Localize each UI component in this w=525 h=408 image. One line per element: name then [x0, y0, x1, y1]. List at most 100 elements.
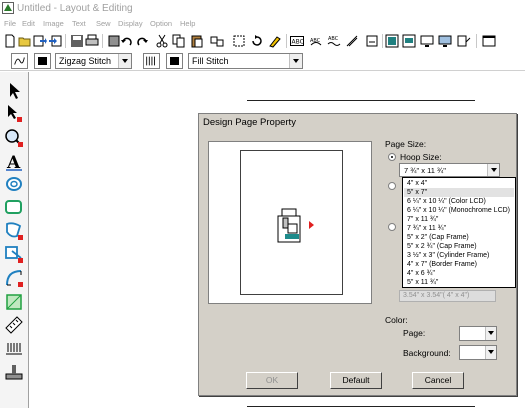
- select-all-icon[interactable]: [232, 34, 246, 48]
- hoop-size-dropdown-list[interactable]: 4" x 4" 5" x 7" 6 ¼" x 10 ¼" (Color LCD)…: [402, 177, 516, 288]
- hoop-size-radio[interactable]: [388, 153, 396, 161]
- text-abc-icon[interactable]: ABC: [290, 34, 304, 48]
- text-arc-icon[interactable]: ABC: [309, 34, 323, 48]
- region-stitch-value: Fill Stitch: [192, 56, 229, 66]
- display-icon[interactable]: [420, 34, 434, 48]
- chevron-down-icon[interactable]: [118, 54, 131, 68]
- hoop-option[interactable]: 7 ¾" x 11 ¾": [404, 224, 514, 233]
- svg-text:A: A: [6, 153, 21, 172]
- dialog-title: Design Page Property: [203, 117, 296, 128]
- title-bar: Untitled - Layout & Editing: [0, 0, 525, 17]
- paste-icon[interactable]: [190, 34, 204, 48]
- point-edit-icon[interactable]: [3, 103, 25, 124]
- background-color-select[interactable]: [459, 345, 497, 360]
- select-arrow-icon[interactable]: [3, 80, 25, 101]
- text-wave-icon[interactable]: ABC: [327, 34, 341, 48]
- app-icon: [2, 2, 14, 14]
- property-icon[interactable]: [457, 34, 471, 48]
- line-sew-icon[interactable]: [11, 53, 28, 69]
- region-stitch-select[interactable]: Fill Stitch: [188, 53, 303, 69]
- hoop-option[interactable]: 4" x 7" (Border Frame): [404, 260, 514, 269]
- undo-icon[interactable]: [120, 34, 134, 48]
- menu-file[interactable]: File: [4, 19, 16, 28]
- region-sew-icon[interactable]: [143, 53, 160, 69]
- text-tool-icon[interactable]: A: [3, 151, 25, 172]
- sewing-attribute-icon[interactable]: [3, 338, 25, 359]
- page-color-select[interactable]: [459, 326, 497, 341]
- line-stitch-select[interactable]: Zigzag Stitch: [55, 53, 132, 69]
- toolbar-separator: [102, 34, 103, 48]
- hoop-option[interactable]: 6 ¼" x 10 ¼" (Monochrome LCD): [404, 206, 514, 215]
- redo-icon[interactable]: [135, 34, 149, 48]
- image-tool-icon[interactable]: [268, 34, 282, 48]
- background-color-label: Background:: [403, 348, 451, 358]
- curve-tool-icon[interactable]: [3, 267, 25, 288]
- hoop-option[interactable]: 6 ¼" x 10 ¼" (Color LCD): [404, 197, 514, 206]
- chevron-down-icon[interactable]: [485, 327, 496, 340]
- hoop-option-radio[interactable]: [388, 182, 396, 190]
- page-color-label: Page:: [403, 328, 426, 338]
- default-button[interactable]: Default: [330, 372, 382, 389]
- circle-tool-icon[interactable]: [3, 174, 25, 195]
- import-icon[interactable]: [33, 34, 47, 48]
- cancel-button[interactable]: Cancel: [412, 372, 464, 389]
- monitor-icon[interactable]: [438, 34, 452, 48]
- measure-tool-icon[interactable]: [3, 314, 25, 335]
- outline-tool-icon[interactable]: [3, 220, 25, 241]
- mode-tool-icon[interactable]: [365, 34, 379, 48]
- print-icon[interactable]: [85, 34, 99, 48]
- menu-help[interactable]: Help: [180, 19, 195, 28]
- export-icon[interactable]: [48, 34, 62, 48]
- window-title: Untitled - Layout & Editing: [17, 3, 133, 14]
- stitch-tool-icon[interactable]: [345, 34, 359, 48]
- toolbar-separator: [476, 34, 477, 48]
- shape-tool-icon[interactable]: [3, 291, 25, 312]
- page-bottom-edge: [247, 406, 475, 407]
- copy-icon[interactable]: [172, 34, 186, 48]
- layout-grid-icon[interactable]: [385, 34, 399, 48]
- line-color-button[interactable]: [34, 53, 51, 69]
- ok-button[interactable]: OK: [246, 372, 298, 389]
- svg-text:ABC: ABC: [292, 39, 304, 46]
- menu-image[interactable]: Image: [43, 19, 64, 28]
- hoop-preview-icon: [277, 208, 314, 243]
- menu-option[interactable]: Option: [150, 19, 172, 28]
- open-folder-icon[interactable]: [18, 34, 32, 48]
- hoop-option[interactable]: 7" x 11 ¾": [404, 215, 514, 224]
- write-card-icon[interactable]: [107, 34, 121, 48]
- stamp-tool-icon[interactable]: [3, 243, 25, 264]
- hoop-option[interactable]: 3 ½" x 3" (Cylinder Frame): [404, 251, 514, 260]
- chevron-down-icon[interactable]: [485, 346, 496, 359]
- cut-icon[interactable]: [155, 34, 169, 48]
- hoop-option[interactable]: 5" x 2 ¾" (Cap Frame): [404, 242, 514, 251]
- page-preview: [208, 141, 372, 304]
- new-file-icon[interactable]: [3, 34, 17, 48]
- chevron-down-icon[interactable]: [289, 54, 302, 68]
- save-icon[interactable]: [70, 34, 84, 48]
- hoop-option[interactable]: 5" x 2" (Cap Frame): [404, 233, 514, 242]
- rectangle-tool-icon[interactable]: [3, 197, 25, 218]
- region-color-button[interactable]: [166, 53, 183, 69]
- design-page-icon[interactable]: [402, 34, 416, 48]
- stamp-sew-icon[interactable]: [3, 361, 25, 382]
- line-stitch-value: Zigzag Stitch: [59, 56, 112, 66]
- menu-edit[interactable]: Edit: [22, 19, 35, 28]
- toolbar-separator: [65, 34, 66, 48]
- menu-display[interactable]: Display: [118, 19, 143, 28]
- window-icon[interactable]: [482, 34, 496, 48]
- hoop-option[interactable]: 5" x 11 ¾": [404, 278, 514, 287]
- chevron-down-icon[interactable]: [487, 164, 499, 176]
- hoop-option[interactable]: 4" x 4": [404, 179, 514, 188]
- hoop-size-label: Hoop Size:: [400, 152, 442, 162]
- custom-size-radio[interactable]: [388, 223, 396, 231]
- stitch-settings-bar: Zigzag Stitch Fill Stitch: [0, 51, 525, 71]
- hoop-size-select[interactable]: 7 ¾" x 11 ¾": [399, 163, 500, 177]
- menu-sew[interactable]: Sew: [96, 19, 111, 28]
- hoop-option-highlighted[interactable]: 5" x 7": [404, 188, 514, 197]
- hoop-option[interactable]: 4" x 6 ¾": [404, 269, 514, 278]
- duplicate-icon[interactable]: [210, 34, 224, 48]
- color-label: Color:: [385, 315, 408, 325]
- zoom-icon[interactable]: [3, 127, 25, 148]
- rotate-icon[interactable]: [250, 34, 264, 48]
- menu-text[interactable]: Text: [72, 19, 86, 28]
